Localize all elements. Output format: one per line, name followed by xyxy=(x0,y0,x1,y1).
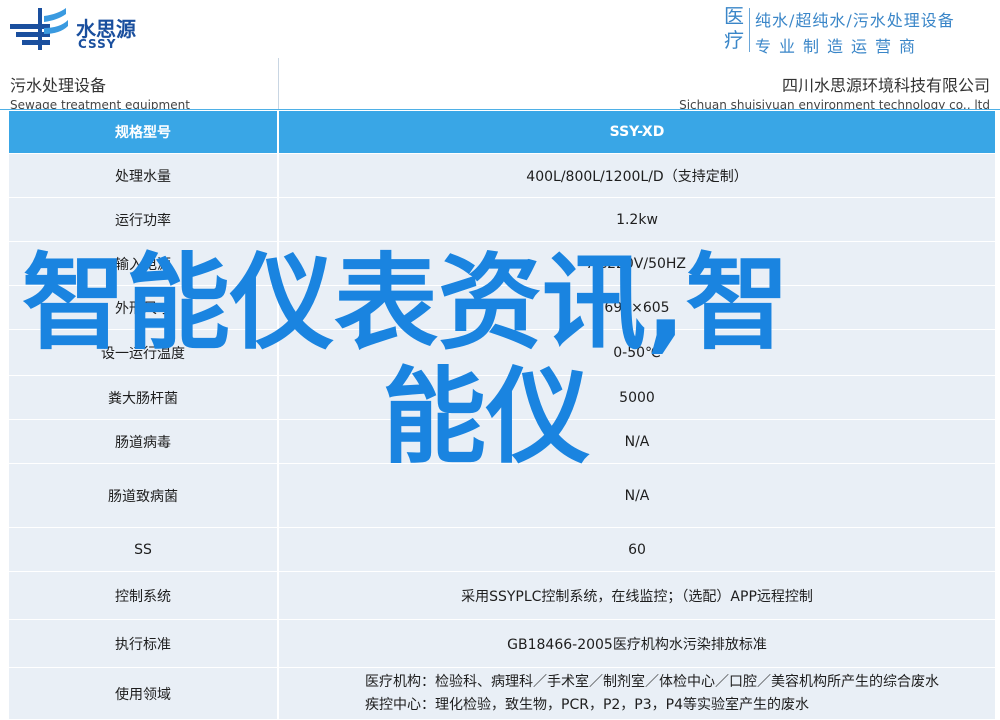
table-row: 设一运行温度 0-50℃ xyxy=(8,329,996,376)
row-label: 肠道致病菌 xyxy=(8,463,279,528)
table-row: 输入电源 AC220V/50HZ xyxy=(8,241,996,286)
header-label-cell: 规格型号 xyxy=(8,110,279,154)
slogan-line-1: 纯水/超纯水/污水处理设备 xyxy=(755,11,955,30)
top-bar: 水思源 CSSY 医 疗 纯水/超纯水/污水处理设备 专业制造运营商 xyxy=(0,0,1000,58)
row-label: 执行标准 xyxy=(8,619,279,668)
row-label: 输入电源 xyxy=(8,241,279,286)
row-label: 运行功率 xyxy=(8,197,279,242)
row-value: 1.2kw xyxy=(277,197,996,242)
table-row: 控制系统 采用SSYPLC控制系统，在线监控；（选配）APP远程控制 xyxy=(8,571,996,620)
row-value: 采用SSYPLC控制系统，在线监控；（选配）APP远程控制 xyxy=(277,571,996,620)
brand-logo[interactable]: 水思源 CSSY xyxy=(6,4,156,54)
usage-line-1: 医疗机构：检验科、病理科／手术室／制剂室／体检中心／口腔／美容机构所产生的综合废… xyxy=(365,673,939,690)
row-label: 控制系统 xyxy=(8,571,279,620)
row-value: GB18466-2005医疗机构水污染排放标准 xyxy=(277,619,996,668)
slogan-line-2: 专业制造运营商 xyxy=(755,37,924,56)
table-row: 粪大肠杆菌 5000 xyxy=(8,375,996,420)
logo-mark-icon xyxy=(10,8,68,50)
row-label: 肠道病毒 xyxy=(8,419,279,464)
table-header-row: 规格型号 SSY-XD xyxy=(8,110,996,154)
table-row: 使用领域 医疗机构：检验科、病理科／手术室／制剂室／体检中心／口腔／美容机构所产… xyxy=(8,667,996,720)
table-row: SS 60 xyxy=(8,527,996,572)
row-value: N/A xyxy=(277,463,996,528)
row-value: 0-50℃ xyxy=(277,329,996,376)
row-value: N/A xyxy=(277,419,996,464)
row-label: 外形尺寸 xyxy=(8,285,279,330)
document-header: 污水处理设备 Sewage treatment equipment 四川水思源环… xyxy=(0,58,1000,112)
spec-table: 规格型号 SSY-XD 处理水量 400L/800L/1200L/D（支持定制）… xyxy=(8,110,996,720)
row-value: 690×605 xyxy=(277,285,996,330)
row-value-multiline: 医疗机构：检验科、病理科／手术室／制剂室／体检中心／口腔／美容机构所产生的综合废… xyxy=(277,667,996,720)
row-label: 使用领域 xyxy=(8,667,279,720)
slogan-divider xyxy=(749,8,750,52)
brand-name-en: CSSY xyxy=(78,37,117,51)
table-row: 肠道病毒 N/A xyxy=(8,419,996,464)
table-row: 执行标准 GB18466-2005医疗机构水污染排放标准 xyxy=(8,619,996,668)
row-value: 5000 xyxy=(277,375,996,420)
row-label: SS xyxy=(8,527,279,572)
table-row: 外形尺寸 690×605 xyxy=(8,285,996,330)
slogan-mark: 医 疗 xyxy=(719,4,749,52)
slogan-mark-char-1: 医 xyxy=(724,4,744,28)
header-divider xyxy=(278,58,279,110)
table-row: 肠道致病菌 N/A xyxy=(8,463,996,528)
row-value: 400L/800L/1200L/D（支持定制） xyxy=(277,153,996,198)
row-label: 粪大肠杆菌 xyxy=(8,375,279,420)
table-row: 处理水量 400L/800L/1200L/D（支持定制） xyxy=(8,153,996,198)
company-name-cn: 四川水思源环境科技有限公司 xyxy=(781,76,990,95)
slogan-mark-char-2: 疗 xyxy=(724,28,744,52)
table-row: 运行功率 1.2kw xyxy=(8,197,996,242)
header-right: 四川水思源环境科技有限公司 Sichuan shuisiyuan environ… xyxy=(679,72,990,112)
usage-line-2: 疾控中心：理化检验，致生物，PCR，P2，P3，P4等实验室产生的废水 xyxy=(365,696,809,713)
row-label: 设一运行温度 xyxy=(8,329,279,376)
header-value-cell: SSY-XD xyxy=(277,110,996,154)
row-label: 处理水量 xyxy=(8,153,279,198)
row-value: AC220V/50HZ xyxy=(277,241,996,286)
product-category-cn: 污水处理设备 xyxy=(10,76,107,95)
row-value: 60 xyxy=(277,527,996,572)
slogan: 医 疗 纯水/超纯水/污水处理设备 专业制造运营商 xyxy=(719,4,994,56)
header-left: 污水处理设备 Sewage treatment equipment xyxy=(10,72,190,112)
